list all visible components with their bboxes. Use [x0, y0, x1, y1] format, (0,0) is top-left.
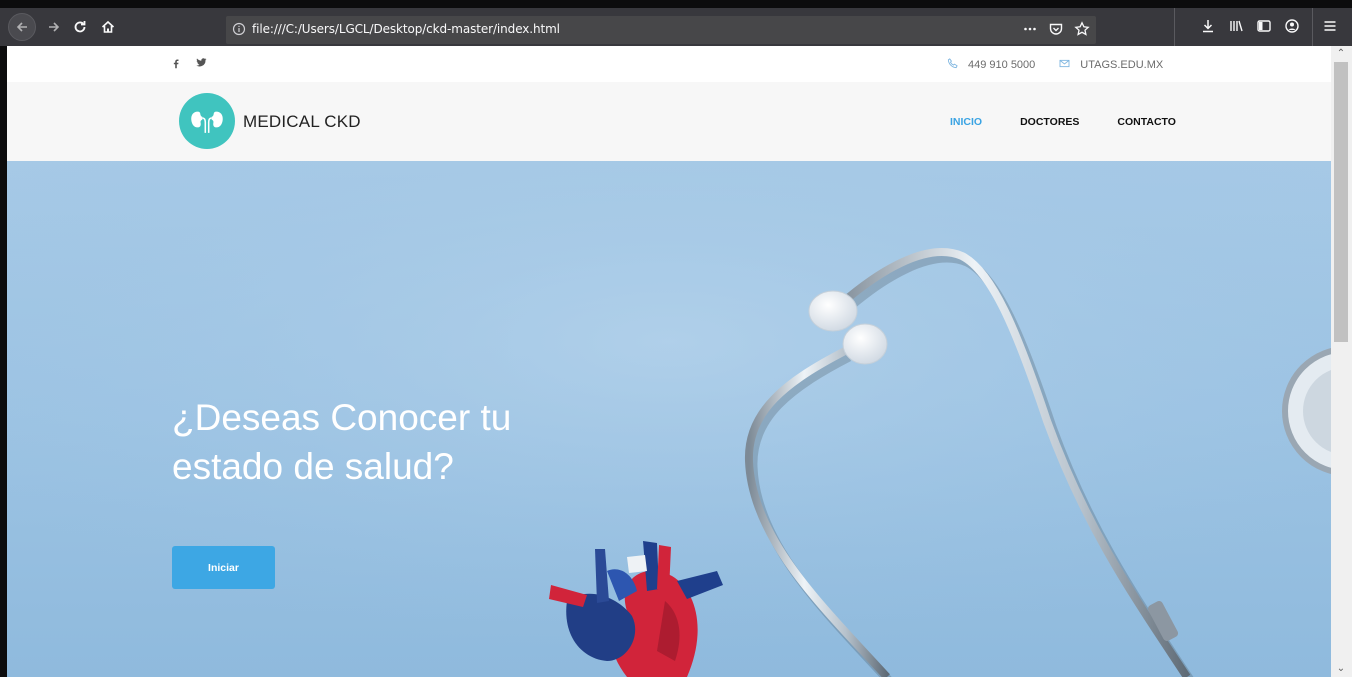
page-viewport: 449 910 5000 UTAGS.EDU.MX MEDICAL CKD IN…	[7, 46, 1331, 677]
kidney-logo-icon[interactable]	[179, 93, 235, 149]
nav-item-inicio[interactable]: INICIO	[950, 116, 982, 128]
reload-icon	[74, 21, 86, 33]
home-button[interactable]	[94, 13, 122, 41]
scroll-down-arrow-icon[interactable]: ⌄	[1335, 663, 1347, 675]
url-text[interactable]: file:///C:/Users/LGCL/Desktop/ckd-master…	[252, 22, 560, 36]
hero-title: ¿Deseas Conocer tu estado de salud?	[172, 393, 592, 491]
hero-title-line-2: estado de salud?	[172, 446, 454, 487]
scroll-thumb[interactable]	[1334, 62, 1348, 342]
phone-icon	[947, 58, 958, 72]
vertical-scrollbar[interactable]: ⌃ ⌄	[1331, 46, 1352, 677]
window-top-strip	[0, 0, 1352, 8]
bookmark-star-icon[interactable]	[1074, 21, 1090, 37]
browser-chrome: file:///C:/Users/LGCL/Desktop/ckd-master…	[0, 0, 1352, 46]
top-info-bar: 449 910 5000 UTAGS.EDU.MX	[7, 46, 1331, 83]
hero-section: ¿Deseas Conocer tu estado de salud? Inic…	[7, 161, 1331, 677]
nav-item-doctores[interactable]: DOCTORES	[1020, 116, 1079, 128]
toolbar-divider	[1312, 8, 1313, 46]
scroll-up-arrow-icon[interactable]: ⌃	[1335, 48, 1347, 60]
start-button[interactable]: Iniciar	[172, 546, 275, 589]
email-text: UTAGS.EDU.MX	[1080, 59, 1164, 71]
reload-button[interactable]	[66, 13, 94, 41]
download-icon[interactable]	[1200, 18, 1216, 34]
info-icon[interactable]	[232, 22, 246, 36]
forward-button[interactable]	[40, 13, 68, 41]
page-actions-icon[interactable]	[1022, 21, 1038, 37]
home-icon	[101, 20, 115, 33]
nav-item-contacto[interactable]: CONTACTO	[1117, 116, 1176, 128]
hamburger-menu-icon[interactable]	[1322, 18, 1338, 34]
phone-number: 449 910 5000	[968, 59, 1036, 71]
toolbar-divider	[1174, 8, 1175, 46]
main-nav: INICIO DOCTORES CONTACTO	[950, 116, 1214, 128]
envelope-icon	[1059, 59, 1070, 71]
hero-title-line-1: ¿Deseas Conocer tu	[172, 397, 512, 438]
twitter-icon[interactable]	[196, 58, 207, 72]
arrow-left-icon	[16, 22, 27, 32]
contact-info: 449 910 5000 UTAGS.EDU.MX	[947, 58, 1187, 72]
account-icon[interactable]	[1284, 18, 1300, 34]
sidebar-icon[interactable]	[1256, 18, 1272, 34]
arrow-right-icon	[49, 22, 60, 32]
facebook-icon[interactable]	[172, 58, 180, 72]
back-button[interactable]	[8, 13, 36, 41]
site-header: MEDICAL CKD INICIO DOCTORES CONTACTO	[7, 82, 1331, 161]
brand-name[interactable]: MEDICAL CKD	[243, 112, 361, 132]
pocket-icon[interactable]	[1048, 21, 1064, 37]
social-links	[172, 58, 207, 72]
url-bar[interactable]: file:///C:/Users/LGCL/Desktop/ckd-master…	[226, 16, 1096, 44]
library-icon[interactable]	[1228, 18, 1244, 34]
